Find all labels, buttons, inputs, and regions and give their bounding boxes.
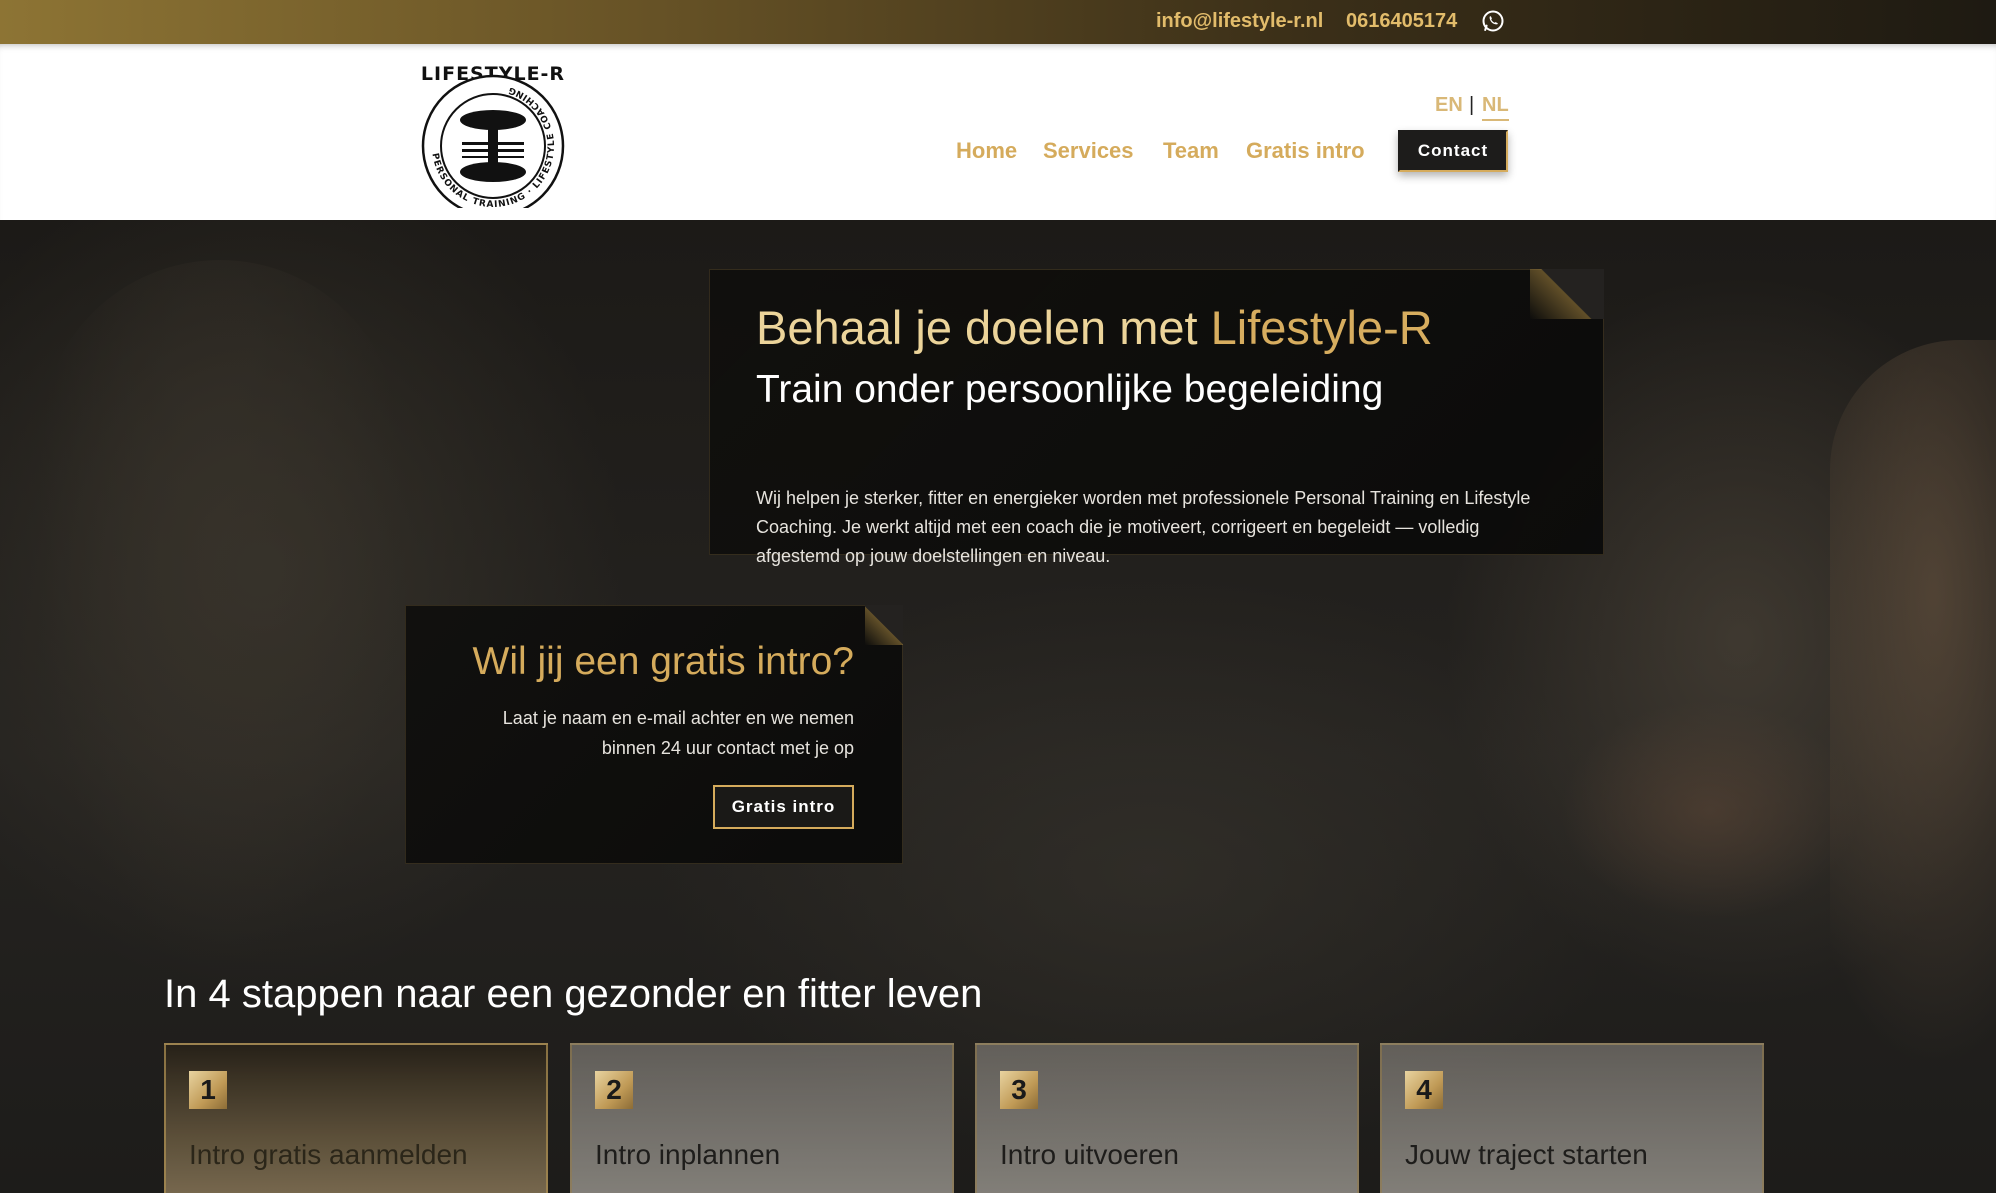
nav-services[interactable]: Services	[1043, 138, 1134, 164]
nav-home[interactable]: Home	[956, 138, 1017, 164]
language-separator: |	[1469, 94, 1475, 116]
steps-heading: In 4 stappen naar een gezonder en fitter…	[164, 972, 983, 1016]
hero-background-arm	[1560, 700, 1860, 920]
step-card-2[interactable]: 2 Intro inplannen	[570, 1043, 954, 1193]
phone-link[interactable]: 0616405174	[1346, 10, 1457, 33]
hero-background-figure	[40, 260, 400, 960]
hero-title-brand: Lifestyle-R	[1210, 301, 1433, 354]
step-number: 4	[1405, 1071, 1443, 1109]
card-corner-accent	[1530, 269, 1604, 319]
language-nl[interactable]: NL	[1482, 94, 1509, 121]
top-contact-bar: info@lifestyle-r.nl 0616405174	[0, 0, 1996, 44]
gratis-intro-card: Wil jij een gratis intro? Laat je naam e…	[405, 605, 903, 864]
whatsapp-icon[interactable]	[1481, 9, 1505, 33]
step-label: Intro uitvoeren	[1000, 1139, 1179, 1170]
card-corner-accent	[865, 605, 903, 645]
nav-gratis-intro[interactable]: Gratis intro	[1246, 138, 1365, 164]
gratis-intro-button[interactable]: Gratis intro	[713, 785, 854, 829]
step-number: 3	[1000, 1071, 1038, 1109]
step-card-4[interactable]: 4 Jouw traject starten	[1380, 1043, 1764, 1193]
hero-description: Wij helpen je sterker, fitter en energie…	[756, 488, 1531, 566]
hero-background-trainer	[1830, 340, 1996, 1060]
intro-card-text: Laat je naam en e-mail achter en we neme…	[502, 708, 854, 758]
step-label: Intro inplannen	[595, 1139, 781, 1170]
hero-subtitle: Train onder persoonlijke begeleiding	[756, 368, 1384, 411]
step-card-1[interactable]: 1 Intro gratis aanmelden	[164, 1043, 548, 1193]
hero-section: Behaal je doelen met Lifestyle-R Train o…	[0, 220, 1996, 1193]
contact-button[interactable]: Contact	[1398, 130, 1508, 172]
site-header: LIFESTYLE-R PERSONAL TRAINING · LIFESTYL…	[0, 44, 1996, 220]
hero-title: Behaal je doelen met Lifestyle-R	[756, 300, 1433, 355]
nav-team[interactable]: Team	[1163, 138, 1219, 164]
lifestyle-r-logo[interactable]: LIFESTYLE-R PERSONAL TRAINING · LIFESTYL…	[418, 56, 568, 218]
step-label: Intro gratis aanmelden	[189, 1139, 468, 1170]
language-en[interactable]: EN	[1435, 94, 1463, 117]
step-number: 1	[189, 1071, 227, 1109]
step-label: Jouw traject starten	[1405, 1139, 1648, 1170]
hero-title-lead: Behaal je doelen met	[756, 301, 1211, 354]
step-card-3[interactable]: 3 Intro uitvoeren	[975, 1043, 1359, 1193]
hero-card: Behaal je doelen met Lifestyle-R Train o…	[709, 269, 1604, 566]
intro-card-title: Wil jij een gratis intro?	[472, 640, 854, 683]
email-link[interactable]: info@lifestyle-r.nl	[1156, 10, 1323, 33]
step-number: 2	[595, 1071, 633, 1109]
